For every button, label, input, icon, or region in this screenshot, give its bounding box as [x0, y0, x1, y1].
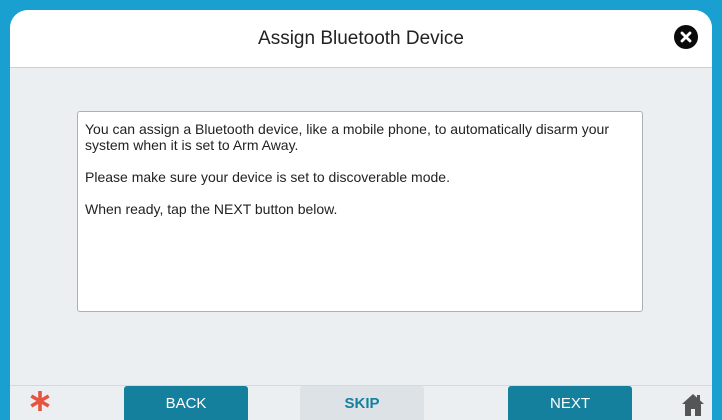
home-button[interactable]	[680, 392, 706, 418]
back-button[interactable]: BACK	[124, 386, 248, 420]
skip-button[interactable]: SKIP	[300, 386, 424, 420]
dialog-header: Assign Bluetooth Device	[10, 10, 712, 68]
instructions-panel: You can assign a Bluetooth device, like …	[77, 111, 643, 312]
dialog-title: Assign Bluetooth Device	[258, 28, 464, 49]
instruction-paragraph-3: When ready, tap the NEXT button below.	[85, 201, 338, 217]
home-icon	[682, 394, 704, 416]
instruction-paragraph-1: You can assign a Bluetooth device, like …	[85, 121, 610, 153]
instruction-paragraph-2: Please make sure your device is set to d…	[85, 169, 450, 185]
close-icon	[680, 31, 692, 43]
emergency-button[interactable]	[25, 386, 55, 416]
next-button[interactable]: NEXT	[508, 386, 632, 420]
asterisk-icon	[30, 391, 50, 411]
assign-bluetooth-dialog: Assign Bluetooth Device You can assign a…	[10, 10, 712, 420]
close-button[interactable]	[674, 25, 698, 49]
